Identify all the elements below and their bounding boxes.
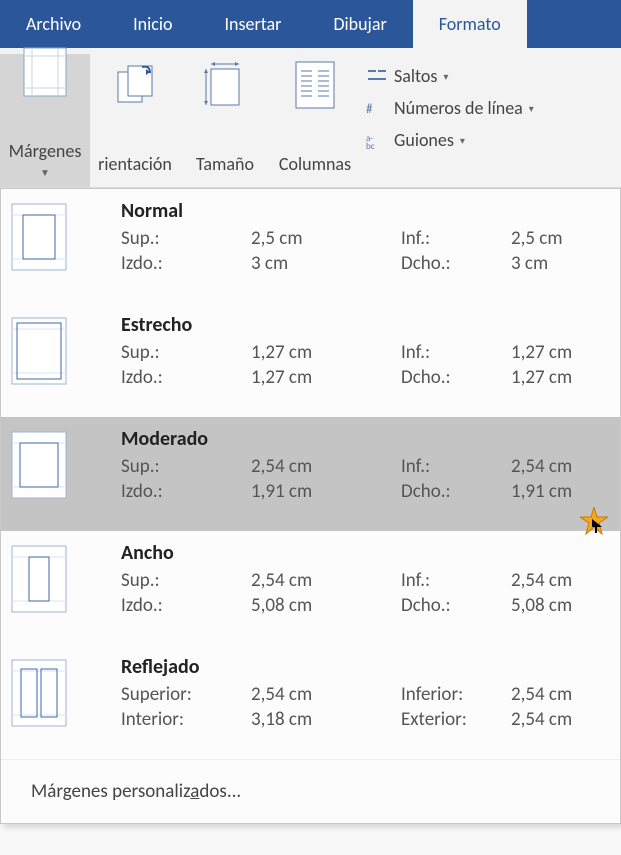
preset-key-bottom: Inf.: (401, 569, 511, 592)
ribbon-panel: Márgenes ▼ rientación Tamaño Columnas Sa… (0, 48, 621, 188)
ribbon-tabs: Archivo Inicio Insertar Dibujar Formato (0, 0, 621, 48)
preset-val-right: 5,08 cm (511, 594, 600, 617)
preset-val-top: 2,54 cm (251, 683, 401, 706)
preset-key-left: Izdo.: (121, 366, 251, 389)
svg-text:#: # (366, 102, 373, 117)
preset-key-bottom: Inf.: (401, 341, 511, 364)
preset-key-top: Sup.: (121, 341, 251, 364)
preset-key-left: Interior: (121, 708, 251, 731)
chevron-down-icon: ▾ (443, 70, 448, 83)
preset-key-left: Izdo.: (121, 480, 251, 503)
preset-val-bottom: 2,5 cm (511, 227, 600, 250)
chevron-down-icon: ▼ (40, 166, 50, 179)
preset-title: Normal (121, 199, 600, 223)
columns-button[interactable]: Columnas (270, 54, 360, 187)
preset-val-left: 5,08 cm (251, 594, 401, 617)
preset-val-left: 3,18 cm (251, 708, 401, 731)
hyphenation-button[interactable]: a-bc Guiones ▾ (366, 126, 534, 154)
preset-thumb-icon (11, 659, 67, 727)
margin-preset-normal[interactable]: NormalSup.:2,5 cmInf.:2,5 cmIzdo.:3 cmDc… (1, 189, 620, 303)
preset-thumb-icon (11, 545, 67, 613)
preset-key-top: Sup.: (121, 569, 251, 592)
preset-val-top: 1,27 cm (251, 341, 401, 364)
margin-preset-reflejado[interactable]: ReflejadoSuperior:2,54 cmInferior:2,54 c… (1, 645, 620, 759)
tab-formato[interactable]: Formato (413, 0, 527, 48)
margins-button[interactable]: Márgenes ▼ (0, 54, 90, 187)
line-numbers-icon: # (366, 99, 388, 117)
preset-title: Reflejado (121, 655, 600, 679)
preset-val-top: 2,54 cm (251, 569, 401, 592)
custom-margins-item[interactable]: Márgenes personalizados... (1, 759, 620, 823)
preset-thumb-icon (11, 203, 67, 271)
layout-extras: Saltos ▾ # Números de línea ▾ a-bc Guion… (360, 54, 540, 187)
preset-val-left: 1,27 cm (251, 366, 401, 389)
preset-key-right: Exterior: (401, 708, 511, 731)
hyphenation-icon: a-bc (366, 131, 388, 149)
chevron-down-icon: ▾ (529, 102, 534, 115)
preset-title: Moderado (121, 427, 600, 451)
chevron-down-icon: ▾ (460, 134, 465, 147)
preset-title: Ancho (121, 541, 600, 565)
preset-key-bottom: Inferior: (401, 683, 511, 706)
preset-val-top: 2,5 cm (251, 227, 401, 250)
line-numbers-label: Números de línea (394, 97, 523, 119)
preset-key-top: Superior: (121, 683, 251, 706)
orientation-icon (112, 60, 158, 110)
breaks-button[interactable]: Saltos ▾ (366, 62, 534, 90)
margins-label: Márgenes (9, 142, 82, 162)
preset-key-right: Dcho.: (401, 366, 511, 389)
orientation-label: rientación (98, 155, 172, 175)
size-label: Tamaño (196, 155, 254, 175)
preset-key-left: Izdo.: (121, 252, 251, 275)
preset-val-top: 2,54 cm (251, 455, 401, 478)
preset-val-right: 1,91 cm (511, 480, 600, 503)
orientation-button[interactable]: rientación (90, 54, 180, 187)
preset-key-top: Sup.: (121, 227, 251, 250)
preset-val-left: 1,91 cm (251, 480, 401, 503)
preset-key-right: Dcho.: (401, 480, 511, 503)
tab-archivo[interactable]: Archivo (0, 0, 107, 48)
preset-val-right: 3 cm (511, 252, 600, 275)
preset-key-right: Dcho.: (401, 594, 511, 617)
tab-insertar[interactable]: Insertar (198, 0, 307, 48)
hyphenation-label: Guiones (394, 129, 454, 151)
preset-val-left: 3 cm (251, 252, 401, 275)
preset-title: Estrecho (121, 313, 600, 337)
size-button[interactable]: Tamaño (180, 54, 270, 187)
preset-val-bottom: 2,54 cm (511, 683, 600, 706)
preset-val-bottom: 2,54 cm (511, 569, 600, 592)
size-icon (203, 60, 247, 110)
columns-icon (295, 60, 335, 110)
tab-inicio[interactable]: Inicio (107, 0, 198, 48)
preset-key-bottom: Inf.: (401, 455, 511, 478)
margin-preset-estrecho[interactable]: EstrechoSup.:1,27 cmInf.:1,27 cmIzdo.:1,… (1, 303, 620, 417)
svg-text:bc: bc (366, 141, 375, 149)
preset-val-bottom: 2,54 cm (511, 455, 600, 478)
margins-dropdown: NormalSup.:2,5 cmInf.:2,5 cmIzdo.:3 cmDc… (0, 188, 621, 824)
breaks-label: Saltos (394, 65, 437, 87)
columns-label: Columnas (279, 155, 351, 175)
margins-icon (23, 47, 67, 97)
preset-val-bottom: 1,27 cm (511, 341, 600, 364)
margin-preset-ancho[interactable]: AnchoSup.:2,54 cmInf.:2,54 cmIzdo.:5,08 … (1, 531, 620, 645)
margin-preset-moderado[interactable]: ModeradoSup.:2,54 cmInf.:2,54 cmIzdo.:1,… (1, 417, 620, 531)
tab-dibujar[interactable]: Dibujar (307, 0, 412, 48)
breaks-icon (366, 67, 388, 85)
custom-margins-post: dos... (199, 780, 241, 803)
preset-thumb-icon (11, 317, 67, 385)
preset-val-right: 2,54 cm (511, 708, 600, 731)
preset-key-right: Dcho.: (401, 252, 511, 275)
preset-key-left: Izdo.: (121, 594, 251, 617)
preset-key-top: Sup.: (121, 455, 251, 478)
custom-margins-pre: Márgenes personaliz (31, 780, 190, 803)
line-numbers-button[interactable]: # Números de línea ▾ (366, 94, 534, 122)
preset-key-bottom: Inf.: (401, 227, 511, 250)
preset-thumb-icon (11, 431, 67, 499)
preset-val-right: 1,27 cm (511, 366, 600, 389)
